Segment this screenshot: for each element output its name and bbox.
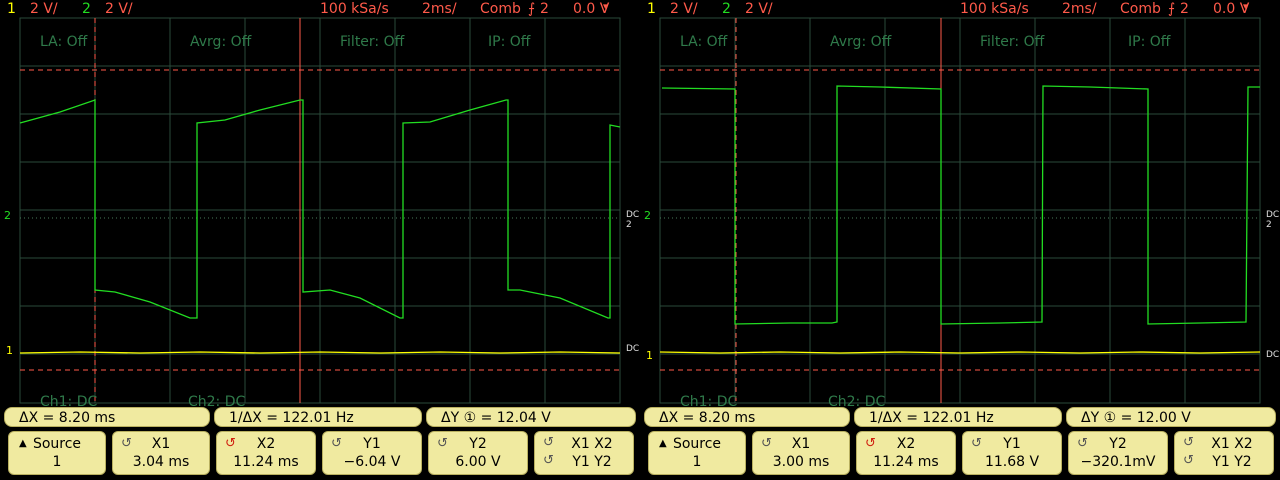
source-button[interactable]: ▲ Source 1 — [8, 431, 106, 475]
filter-status: Filter: Off — [980, 34, 1045, 50]
delta-y-readout: ΔY ① = 12.00 V — [1066, 407, 1276, 427]
ch2-trace — [661, 85, 1260, 325]
x2-button[interactable]: ↺ X2 11.24 ms — [216, 431, 316, 475]
la-status: LA: Off — [40, 34, 88, 50]
ch1-ground-marker[interactable]: 1 — [6, 345, 13, 357]
y1-button[interactable]: ↺ Y1 11.68 V — [962, 431, 1062, 475]
x2-button[interactable]: ↺ X2 11.24 ms — [856, 431, 956, 475]
scope-right: 1 2 V/ 2 2 V/ 100 kSa/s 2ms/ Comb ⨍ 2 0.… — [640, 0, 1280, 480]
graticule — [659, 17, 1261, 404]
x1-button[interactable]: ↺ X1 3.00 ms — [752, 431, 850, 475]
inv-delta-x-readout: 1/ΔX = 122.01 Hz — [854, 407, 1062, 427]
source-button[interactable]: ▲ Source 1 — [648, 431, 746, 475]
inv-delta-x-readout: 1/ΔX = 122.01 Hz — [214, 407, 422, 427]
ch1-dc-tag: DC — [1266, 350, 1280, 360]
avrg-status: Avrg: Off — [190, 34, 252, 50]
ch2-ground-marker[interactable]: 2 — [4, 210, 11, 222]
filter-status: Filter: Off — [340, 34, 405, 50]
delta-y-readout: ΔY ① = 12.04 V — [426, 407, 636, 427]
y2-button[interactable]: ↺ Y2 6.00 V — [428, 431, 528, 475]
ch2-ground-marker[interactable]: 2 — [644, 210, 651, 222]
y2-button[interactable]: ↺ Y2 −320.1mV — [1068, 431, 1168, 475]
x1-button[interactable]: ↺ X1 3.04 ms — [112, 431, 210, 475]
waveform-display[interactable] — [640, 0, 1280, 405]
ip-status: IP: Off — [1128, 34, 1171, 50]
la-status: LA: Off — [680, 34, 728, 50]
ip-status: IP: Off — [488, 34, 531, 50]
ch1-ground-marker[interactable]: 1 — [646, 350, 653, 362]
graticule — [19, 17, 621, 404]
xy-pair-button[interactable]: ↺ ↺ X1 X2 Y1 Y2 — [534, 431, 634, 475]
ch2-dc-tag: DC 2 — [626, 210, 640, 230]
waveform-display[interactable] — [0, 0, 640, 405]
y1-button[interactable]: ↺ Y1 −6.04 V — [322, 431, 422, 475]
scope-left: 1 2 V/ 2 2 V/ 100 kSa/s 2ms/ Comb ⨍ 2 0.… — [0, 0, 640, 480]
delta-x-readout: ΔX = 8.20 ms — [4, 407, 210, 427]
avrg-status: Avrg: Off — [830, 34, 892, 50]
delta-x-readout: ΔX = 8.20 ms — [644, 407, 850, 427]
ch1-dc-tag: DC — [626, 344, 640, 354]
ch2-dc-tag: DC 2 — [1266, 210, 1280, 230]
xy-pair-button[interactable]: ↺ ↺ X1 X2 Y1 Y2 — [1174, 431, 1274, 475]
